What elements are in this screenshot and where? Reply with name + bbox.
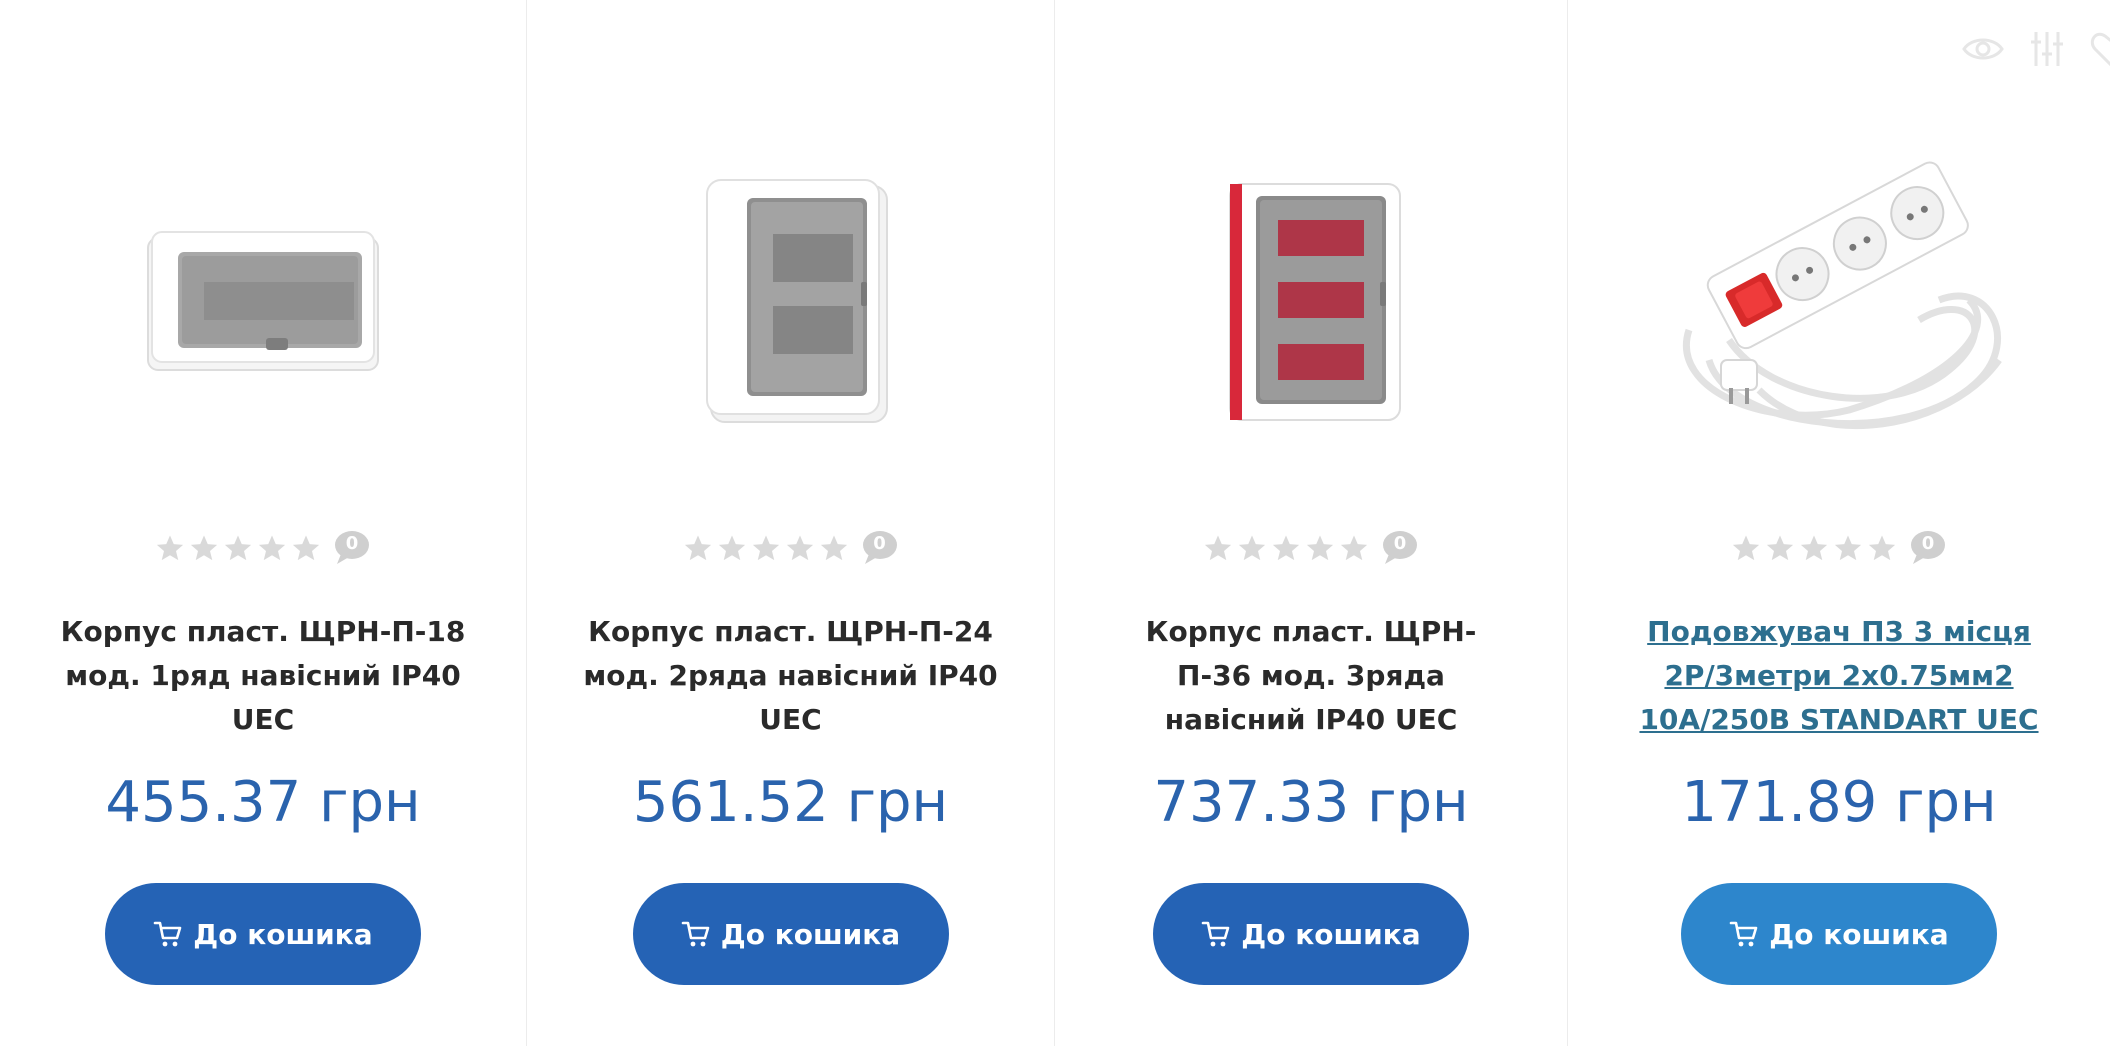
add-to-cart-label: До кошика [1769, 917, 1949, 951]
product-image[interactable] [1055, 120, 1567, 480]
star-icon [292, 535, 320, 561]
product-actions [1962, 30, 2110, 68]
box-3row-image [1229, 183, 1401, 421]
product-price: 737.33 грн [1153, 770, 1469, 835]
add-to-cart-button[interactable]: До кошика [1681, 883, 1997, 985]
review-count-badge[interactable]: 0 [1909, 530, 1947, 566]
review-count: 0 [1393, 533, 1407, 554]
product-image[interactable] [527, 120, 1054, 480]
product-price: 561.52 грн [632, 770, 949, 835]
add-to-cart-button[interactable]: До кошика [105, 883, 421, 985]
add-to-cart-button[interactable]: До кошика [632, 883, 949, 985]
review-count-badge[interactable]: 0 [861, 530, 899, 566]
review-count: 0 [345, 533, 359, 554]
cart-icon [1201, 921, 1230, 947]
product-card: 0 Корпус пласт. ЩРН-П-36 мод. 3ряда наві… [1055, 0, 1568, 1046]
star-icon [156, 535, 184, 561]
star-icon [224, 535, 252, 561]
star-icon [1306, 535, 1334, 561]
star-icon [1272, 535, 1300, 561]
product-card: 0 Корпус пласт. ЩРН-П-18 мод. 1ряд навіс… [0, 0, 527, 1046]
rating: 0 [0, 530, 526, 566]
review-count: 0 [873, 533, 886, 554]
product-title[interactable]: Корпус пласт. ЩРН-П-36 мод. 3ряда навісн… [1110, 610, 1512, 742]
add-to-cart-label: До кошика [1241, 917, 1421, 951]
star-icon [1868, 535, 1896, 561]
star-icon [752, 535, 779, 561]
cart-icon [681, 921, 710, 947]
product-title-link[interactable]: Подовжувач П3 3 місця 2Р/3метри 2х0.75мм… [1623, 610, 2055, 742]
product-price: 171.89 грн [1681, 770, 1997, 835]
review-count: 0 [1921, 533, 1935, 554]
product-image[interactable] [0, 120, 526, 480]
review-count-badge[interactable]: 0 [333, 530, 371, 566]
star-icon [1800, 535, 1828, 561]
product-title[interactable]: Корпус пласт. ЩРН-П-18 мод. 1ряд навісни… [55, 610, 471, 742]
star-icon [1732, 535, 1760, 561]
star-icon [718, 535, 745, 561]
cart-icon [1729, 921, 1758, 947]
eye-icon[interactable] [1962, 34, 2004, 64]
cart-icon [153, 921, 182, 947]
review-count-badge[interactable]: 0 [1381, 530, 1419, 566]
star-icon [684, 535, 711, 561]
star-icon [1238, 535, 1266, 561]
box-2row-image [705, 179, 888, 423]
add-to-cart-label: До кошика [193, 917, 373, 951]
heart-icon[interactable] [2090, 31, 2110, 67]
product-card: 0 Подовжувач П3 3 місця 2Р/3метри 2х0.75… [1568, 0, 2110, 1046]
star-icon [1766, 535, 1794, 561]
extension-cord-image [1683, 161, 2002, 429]
star-icon [1204, 535, 1232, 561]
star-icon [820, 535, 847, 561]
star-icon [1340, 535, 1368, 561]
product-image[interactable] [1568, 120, 2110, 480]
rating: 0 [527, 530, 1054, 566]
add-to-cart-label: До кошика [720, 917, 901, 951]
product-grid: 0 Корпус пласт. ЩРН-П-18 мод. 1ряд навіс… [0, 0, 2110, 1046]
star-icon [190, 535, 218, 561]
star-icon [258, 535, 286, 561]
product-price: 455.37 грн [105, 770, 421, 835]
star-icon [786, 535, 813, 561]
compare-icon[interactable] [2030, 30, 2064, 68]
box-1row-image [147, 231, 379, 371]
rating: 0 [1568, 530, 2110, 566]
star-icon [1834, 535, 1862, 561]
add-to-cart-button[interactable]: До кошика [1153, 883, 1469, 985]
product-title[interactable]: Корпус пласт. ЩРН-П-24 мод. 2ряда навісн… [582, 610, 999, 742]
product-card: 0 Корпус пласт. ЩРН-П-24 мод. 2ряда наві… [527, 0, 1055, 1046]
rating: 0 [1055, 530, 1567, 566]
